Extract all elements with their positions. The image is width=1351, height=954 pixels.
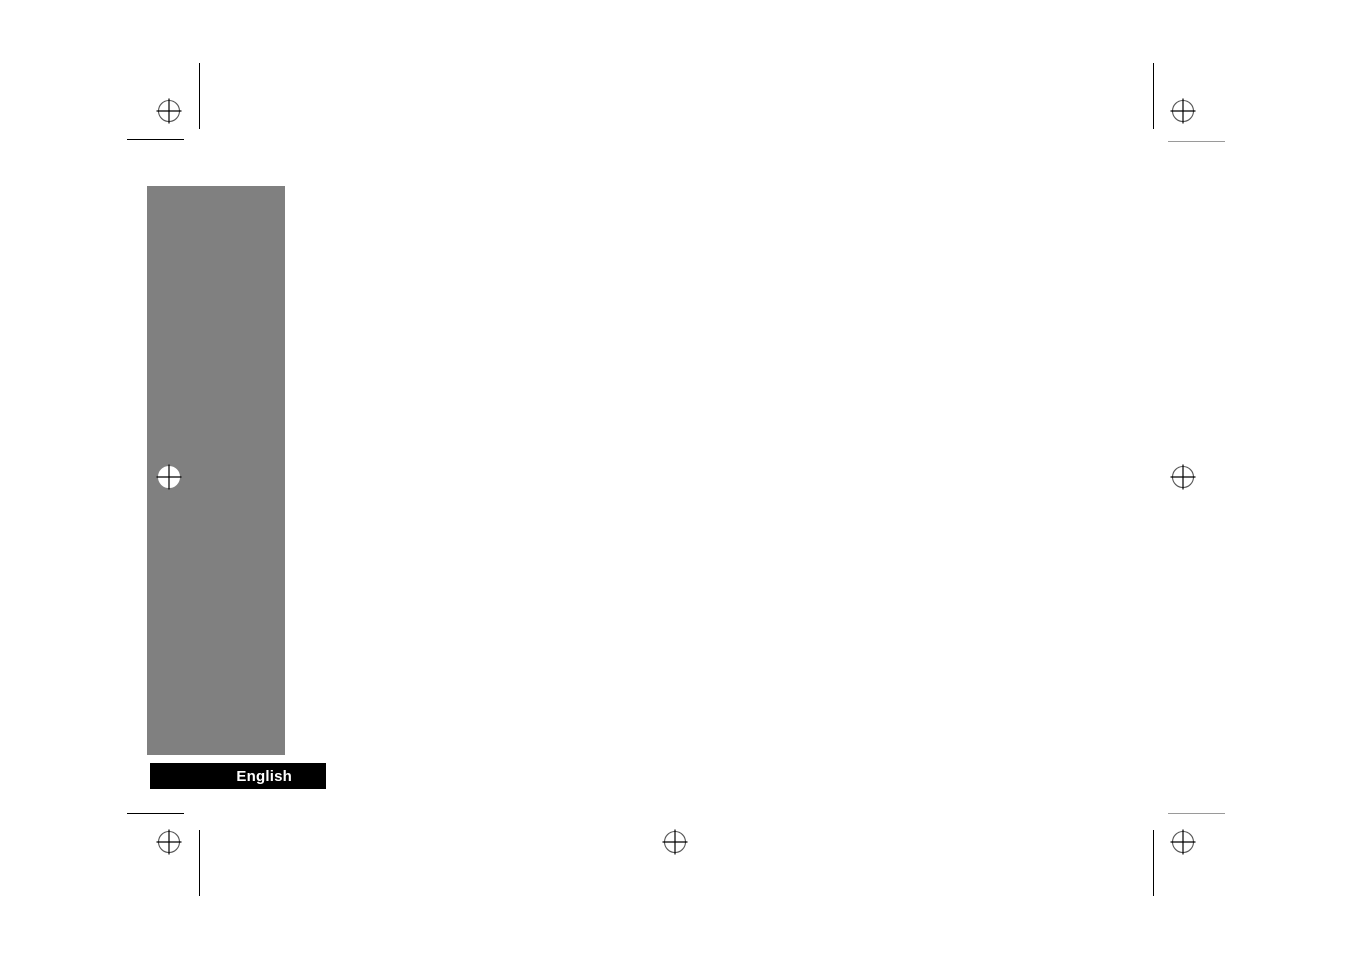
registration-mark-middle-left [154,462,184,492]
crop-line-bottom-left-vertical [199,830,200,896]
language-label: English [236,767,292,785]
crop-line-bottom-left-horizontal [127,813,184,814]
crop-line-top-left-horizontal [127,139,184,140]
registration-mark-bottom-center [660,827,690,857]
registration-mark-top-left [154,96,184,126]
crop-line-top-left-vertical [199,63,200,129]
language-band: English [150,763,326,789]
crop-line-bottom-right-vertical [1153,830,1154,896]
registration-mark-top-right [1168,96,1198,126]
crop-line-top-right-vertical [1153,63,1154,129]
print-proof-page: English [0,0,1351,954]
registration-mark-bottom-left [154,827,184,857]
registration-mark-bottom-right [1168,827,1198,857]
registration-mark-middle-right [1168,462,1198,492]
crop-line-top-right-horizontal [1168,141,1225,142]
crop-line-bottom-right-horizontal [1168,813,1225,814]
